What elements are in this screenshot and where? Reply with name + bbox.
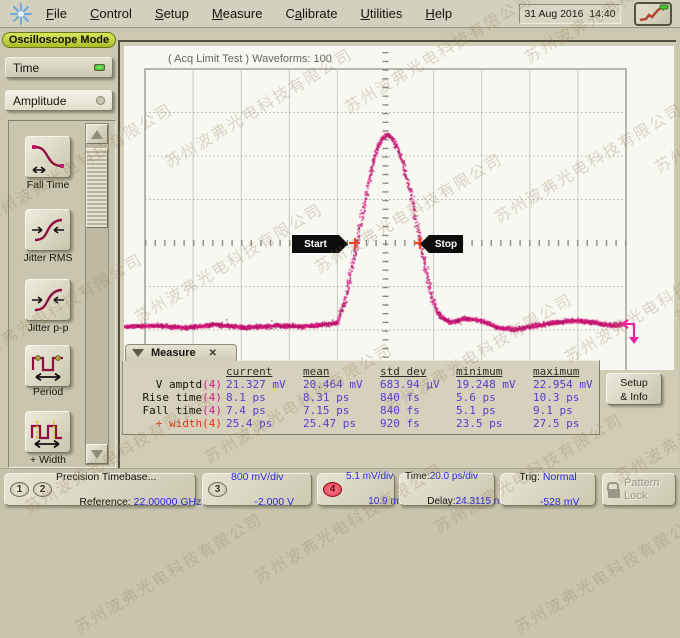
status-bar: 1 2 Precision Timebase... Reference: 22.… [0, 468, 680, 510]
measure-results-panel: current mean std dev minimum maximum V a… [122, 360, 600, 435]
channel3-badge: 3 [208, 482, 227, 497]
arrow-up-icon [91, 130, 103, 139]
period-label: Period [9, 386, 87, 398]
menu-measure[interactable]: Measure [212, 6, 263, 21]
waveform-trace [124, 46, 674, 370]
collapse-chevron-icon [132, 349, 144, 357]
start-marker-flag[interactable]: Start [292, 235, 339, 253]
measure-row-fall-time: Fall time(4) 7.4 ps 7.15 ps 840 fs 5.1 p… [123, 404, 601, 417]
fall-time-button[interactable] [25, 136, 71, 178]
green-led-icon [94, 64, 105, 71]
amplitude-dropdown[interactable]: Amplitude [5, 90, 113, 111]
jitter-rms-icon [29, 214, 67, 246]
menu-calibrate[interactable]: Calibrate [285, 6, 337, 21]
scroll-down-button[interactable] [86, 444, 108, 464]
plus-width-button[interactable] [25, 411, 71, 453]
trigger-status-button[interactable]: Trig: Normal -528 mV [500, 473, 596, 506]
signal-icon [636, 4, 670, 24]
menu-utilities[interactable]: Utilities [361, 6, 403, 21]
sidebar-scrollbar[interactable] [85, 123, 109, 465]
channel2-badge: 2 [33, 482, 52, 497]
period-button[interactable] [25, 345, 71, 387]
menu-file[interactable]: File [46, 6, 67, 21]
jitter-rms-button[interactable] [25, 209, 71, 251]
period-icon [29, 350, 67, 382]
measure-header-row: current mean std dev minimum maximum [123, 365, 601, 378]
menu-setup[interactable]: Setup [155, 6, 189, 21]
channel-ground-marker-icon [618, 316, 646, 348]
jitter-pp-button[interactable] [25, 279, 71, 321]
time-dropdown-label: Time [13, 61, 39, 75]
pattern-lock-button[interactable]: Pattern Lock [602, 473, 676, 506]
menu-bar: File Control Setup Measure Calibrate Uti… [0, 0, 680, 28]
mode-header: Oscilloscope Mode [2, 32, 116, 48]
jitter-pp-icon [29, 284, 67, 316]
scroll-thumb[interactable] [86, 148, 108, 228]
time-dropdown[interactable]: Time [5, 57, 113, 78]
plus-width-label: + Width [9, 454, 87, 466]
setup-info-button[interactable]: Setup & Info [606, 373, 662, 405]
menu-help[interactable]: Help [425, 6, 452, 21]
measure-row-v-amptd: V amptd(4) 21.327 mV 20.464 mV 683.94 µV… [123, 378, 601, 391]
acq-limit-annotation: ( Acq Limit Test ) Waveforms: 100 [168, 53, 332, 65]
display-lower-strip [120, 435, 678, 470]
channel4-badge: 4 [323, 482, 342, 497]
menu-control[interactable]: Control [90, 6, 132, 21]
watermark-text: 苏州波弗光电科技有限公司 [69, 506, 267, 638]
channel1-badge: 1 [10, 482, 29, 497]
start-cross-icon [349, 238, 360, 249]
time-delay-status-button[interactable]: Time:20.0 ps/div Delay:24.3115 ns [399, 473, 495, 506]
datetime-display: 31 Aug 2016 14:40 [519, 4, 621, 24]
measure-tab-label: Measure [151, 347, 196, 359]
jitter-rms-label: Jitter RMS [9, 252, 87, 264]
sidebar: Oscilloscope Mode Time Amplitude Fall Ti… [0, 28, 118, 468]
run-signal-button[interactable] [634, 2, 672, 26]
measure-row-plus-width: + width(4) 25.4 ps 25.47 ps 920 fs 23.5 … [123, 417, 601, 430]
channel4-status-button[interactable]: 4 5.1 mV/div 10.9 mV [317, 473, 395, 506]
menu-items: File Control Setup Measure Calibrate Uti… [46, 6, 452, 21]
measurement-button-panel: Fall Time Jitter RMS Jitter p-p [8, 120, 116, 468]
fall-time-icon [29, 141, 67, 173]
amplitude-dropdown-label: Amplitude [13, 94, 66, 108]
watermark-text: 苏州波弗光电科技有限公司 [509, 506, 680, 638]
grey-led-icon [96, 96, 105, 105]
padlock-icon [608, 489, 620, 498]
measure-panel-tab[interactable]: Measure ✕ [125, 344, 237, 361]
graticule-area: ( Acq Limit Test ) Waveforms: 100 [124, 46, 674, 370]
jitter-pp-label: Jitter p-p [9, 322, 87, 334]
arrow-down-icon [91, 450, 103, 459]
scroll-up-button[interactable] [86, 124, 108, 144]
plus-width-icon [29, 416, 67, 448]
fall-time-label: Fall Time [9, 179, 87, 191]
close-icon[interactable]: ✕ [209, 348, 217, 359]
waveform-display: ( Acq Limit Test ) Waveforms: 100 [118, 40, 676, 468]
stop-marker-flag[interactable]: Stop [429, 235, 463, 253]
agilent-spark-icon [6, 1, 36, 27]
channel3-status-button[interactable]: 3 800 mV/div -2.000 V [202, 473, 312, 506]
oscilloscope-application: File Control Setup Measure Calibrate Uti… [0, 0, 680, 510]
measure-row-rise-time: Rise time(4) 8.1 ps 8.31 ps 840 fs 5.6 p… [123, 391, 601, 404]
